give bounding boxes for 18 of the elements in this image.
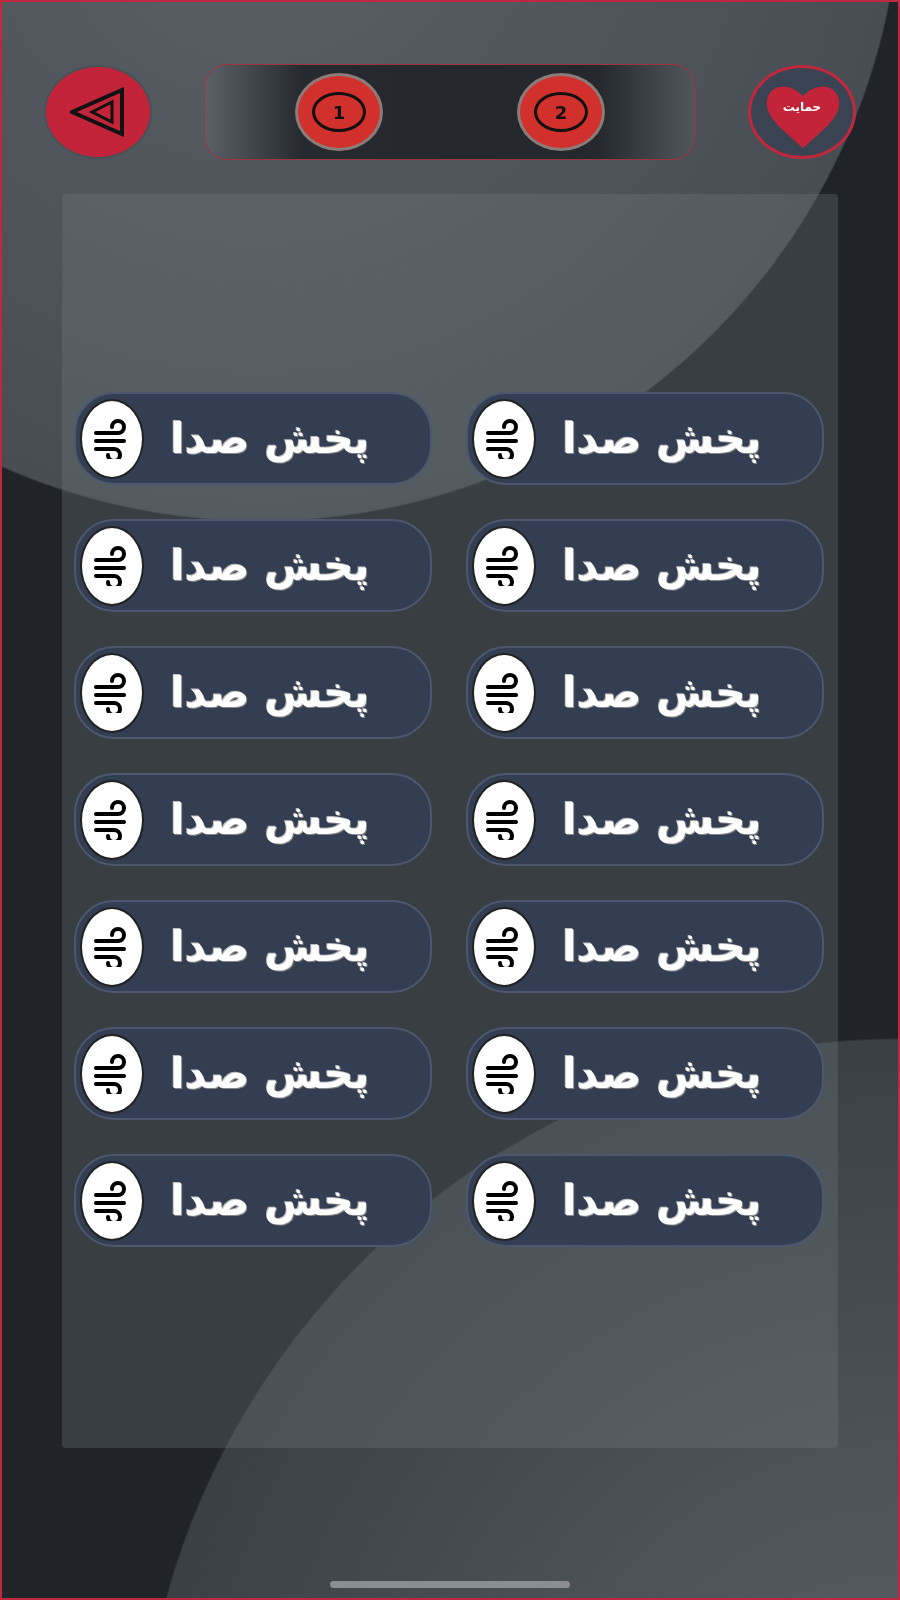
play-sound-button[interactable]: پخش صدا <box>466 773 824 866</box>
play-sound-button[interactable]: پخش صدا <box>466 519 824 612</box>
play-sound-button[interactable]: پخش صدا <box>466 1027 824 1120</box>
play-sound-button[interactable]: پخش صدا <box>466 392 824 485</box>
triangle-icon <box>70 87 126 137</box>
play-sound-button[interactable]: پخش صدا <box>74 1154 432 1247</box>
play-sound-button[interactable]: پخش صدا <box>466 1154 824 1247</box>
support-button[interactable]: حمایت <box>748 65 856 159</box>
play-sound-button[interactable]: پخش صدا <box>74 519 432 612</box>
play-sound-button[interactable]: پخش صدا <box>74 773 432 866</box>
page-button[interactable]: 2 <box>517 73 605 151</box>
play-sound-button[interactable]: پخش صدا <box>74 392 432 485</box>
play-sound-button[interactable]: پخش صدا <box>466 646 824 739</box>
play-sound-button[interactable]: پخش صدا <box>466 900 824 993</box>
page-button[interactable]: 1 <box>295 73 383 151</box>
play-sound-button[interactable]: پخش صدا <box>74 1027 432 1120</box>
play-sound-button[interactable]: پخش صدا <box>74 646 432 739</box>
play-sound-button[interactable]: پخش صدا <box>74 900 432 993</box>
